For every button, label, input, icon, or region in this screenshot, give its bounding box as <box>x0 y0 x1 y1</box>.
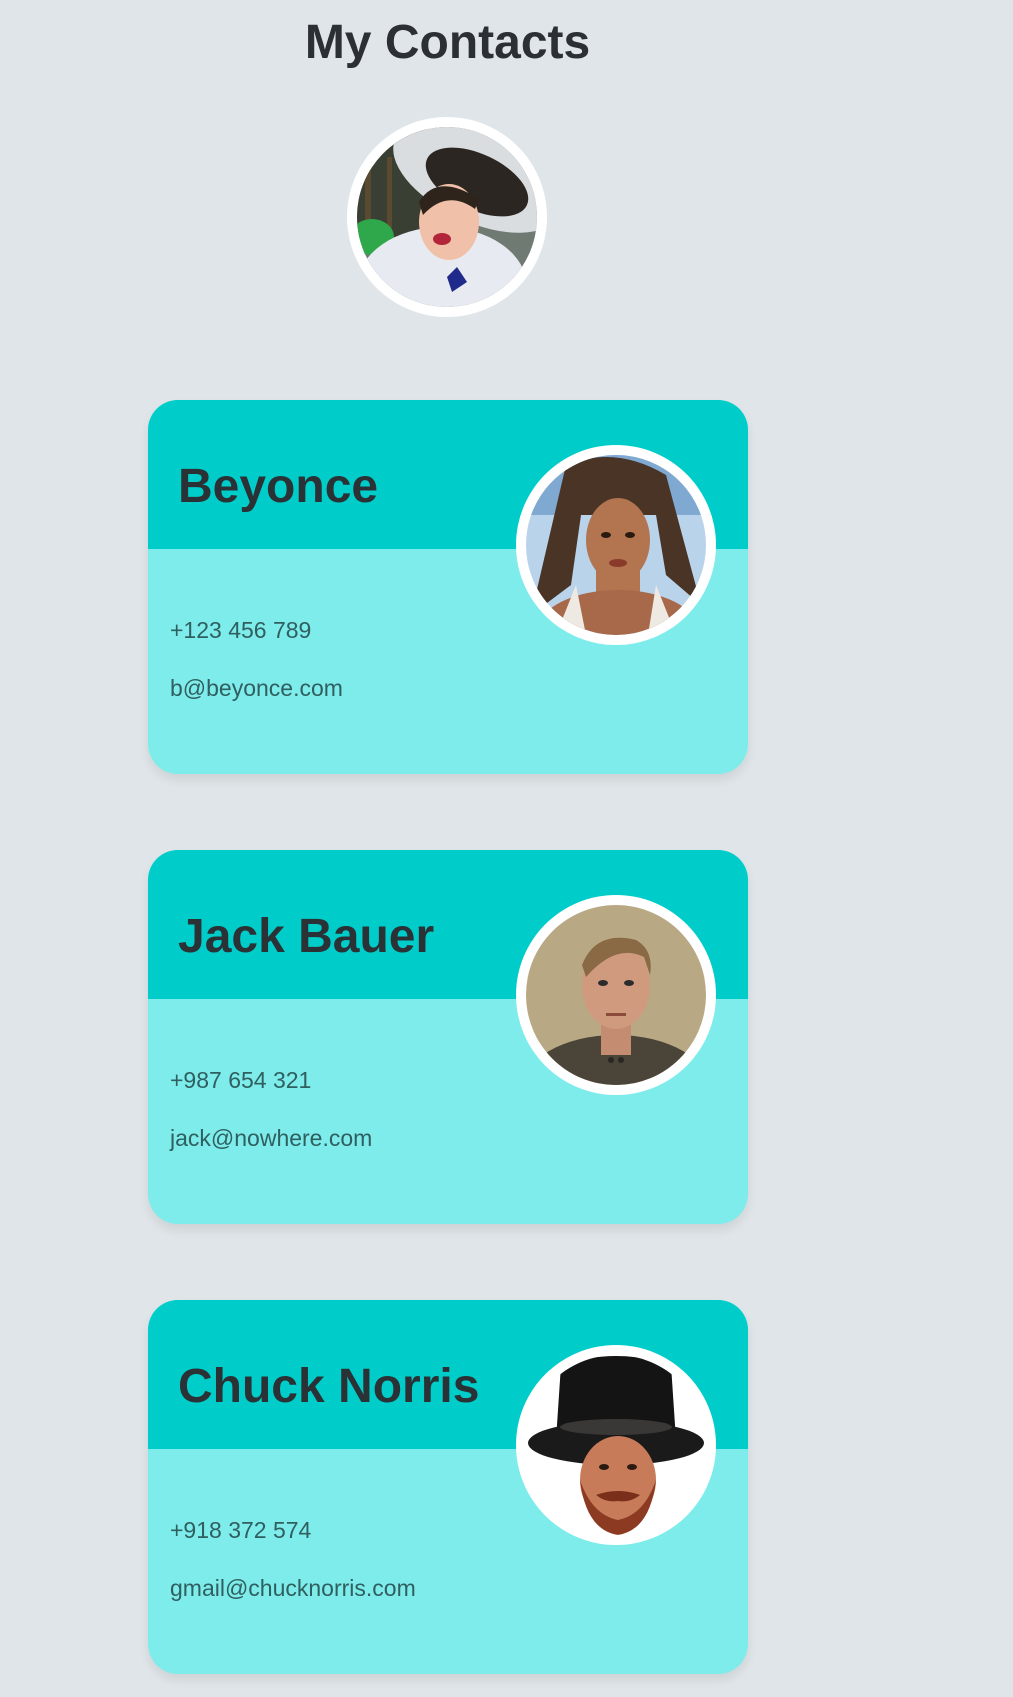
contact-photo <box>526 905 706 1085</box>
contact-card[interactable]: Jack Bauer +987 654 321 jack@nowhere.com <box>148 850 748 1224</box>
contact-email[interactable]: gmail@chucknorris.com <box>170 1574 416 1602</box>
contact-name: Jack Bauer <box>178 910 435 963</box>
contact-phone[interactable]: +987 654 321 <box>170 1066 311 1094</box>
contact-email[interactable]: jack@nowhere.com <box>170 1124 372 1152</box>
owner-avatar-photo <box>357 127 537 307</box>
contact-name: Beyonce <box>178 460 379 513</box>
contact-name: Chuck Norris <box>178 1360 480 1413</box>
contact-phone[interactable]: +918 372 574 <box>170 1516 311 1544</box>
contact-card[interactable]: Beyonce +123 456 789 b@beyonce.com <box>148 400 748 774</box>
page-title: My Contacts <box>304 16 591 69</box>
contact-avatar <box>516 445 716 645</box>
contact-avatar <box>516 895 716 1095</box>
contact-avatar <box>516 1345 716 1545</box>
contact-card[interactable]: Chuck Norris +918 372 574 gmail@chucknor… <box>148 1300 748 1674</box>
contact-phone[interactable]: +123 456 789 <box>170 616 311 644</box>
contact-photo <box>526 455 706 635</box>
contact-photo <box>526 1355 706 1535</box>
owner-avatar[interactable] <box>347 117 547 317</box>
contact-email[interactable]: b@beyonce.com <box>170 674 343 702</box>
